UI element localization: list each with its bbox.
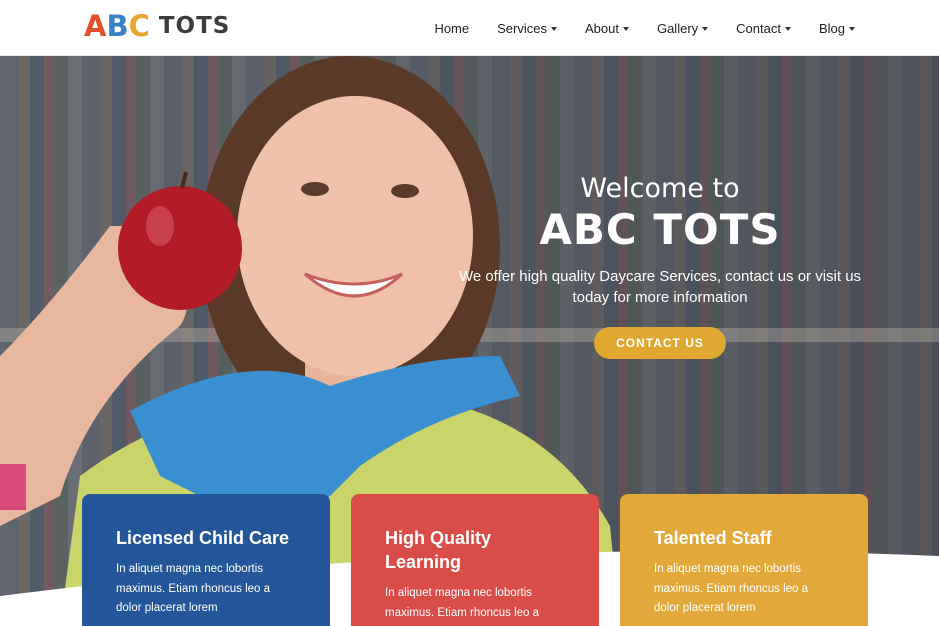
feature-card-licensed[interactable]: Licensed Child Care In aliquet magna nec… [82, 494, 330, 626]
caret-down-icon [550, 26, 557, 31]
hero-subtitle: We offer high quality Daycare Services, … [458, 268, 862, 306]
logo-letter-c: C [128, 9, 150, 43]
card-body: In aliquet magna nec lobortis maximus. E… [116, 563, 271, 614]
caret-down-icon [702, 26, 709, 31]
hero-welcome: Welcome to [580, 173, 740, 204]
logo-word: TOTS [158, 13, 231, 39]
card-title: Licensed Child Care [116, 528, 290, 548]
nav-item-blog[interactable]: Blog [819, 21, 855, 36]
card-title: Talented Staff [654, 528, 772, 548]
nav-item-services[interactable]: Services [497, 21, 557, 36]
logo-letter-a: A [84, 9, 107, 43]
nav-item-gallery[interactable]: Gallery [656, 20, 709, 36]
caret-down-icon [784, 26, 791, 31]
nav-label: Blog [818, 20, 845, 36]
logo-letter-b: B [106, 9, 129, 43]
feature-card-learning[interactable]: High Quality Learning In aliquet magna n… [351, 494, 599, 626]
nav-label: Home [434, 20, 470, 36]
feature-card-staff[interactable]: Talented Staff In aliquet magna nec lobo… [620, 494, 868, 626]
card-body: In aliquet magna nec lobortis maximus. E… [385, 587, 540, 619]
caret-down-icon [849, 26, 855, 31]
nav-label: Contact [736, 20, 781, 36]
nav-label: About [584, 20, 619, 36]
contact-us-button[interactable]: CONTACT US [594, 327, 726, 359]
main-nav: Home Services About Gallery Contact Blog [434, 0, 855, 56]
nav-item-about[interactable]: About [585, 21, 629, 36]
nav-label: Services [497, 20, 547, 36]
nav-item-contact[interactable]: Contact [736, 21, 791, 36]
nav-label: Gallery [656, 20, 699, 36]
hero-title: ABC TOTS [539, 205, 781, 254]
card-title: High Quality Learning [385, 528, 492, 572]
caret-down-icon [622, 26, 629, 31]
site-header: A B C TOTS Home Services About Gallery C… [0, 0, 939, 56]
hero-content: Welcome to ABC TOTS We offer high qualit… [440, 172, 880, 359]
nav-item-home[interactable]: Home [434, 21, 469, 36]
card-body: In aliquet magna nec lobortis maximus. E… [654, 563, 809, 614]
brand-logo[interactable]: A B C TOTS [84, 10, 230, 42]
